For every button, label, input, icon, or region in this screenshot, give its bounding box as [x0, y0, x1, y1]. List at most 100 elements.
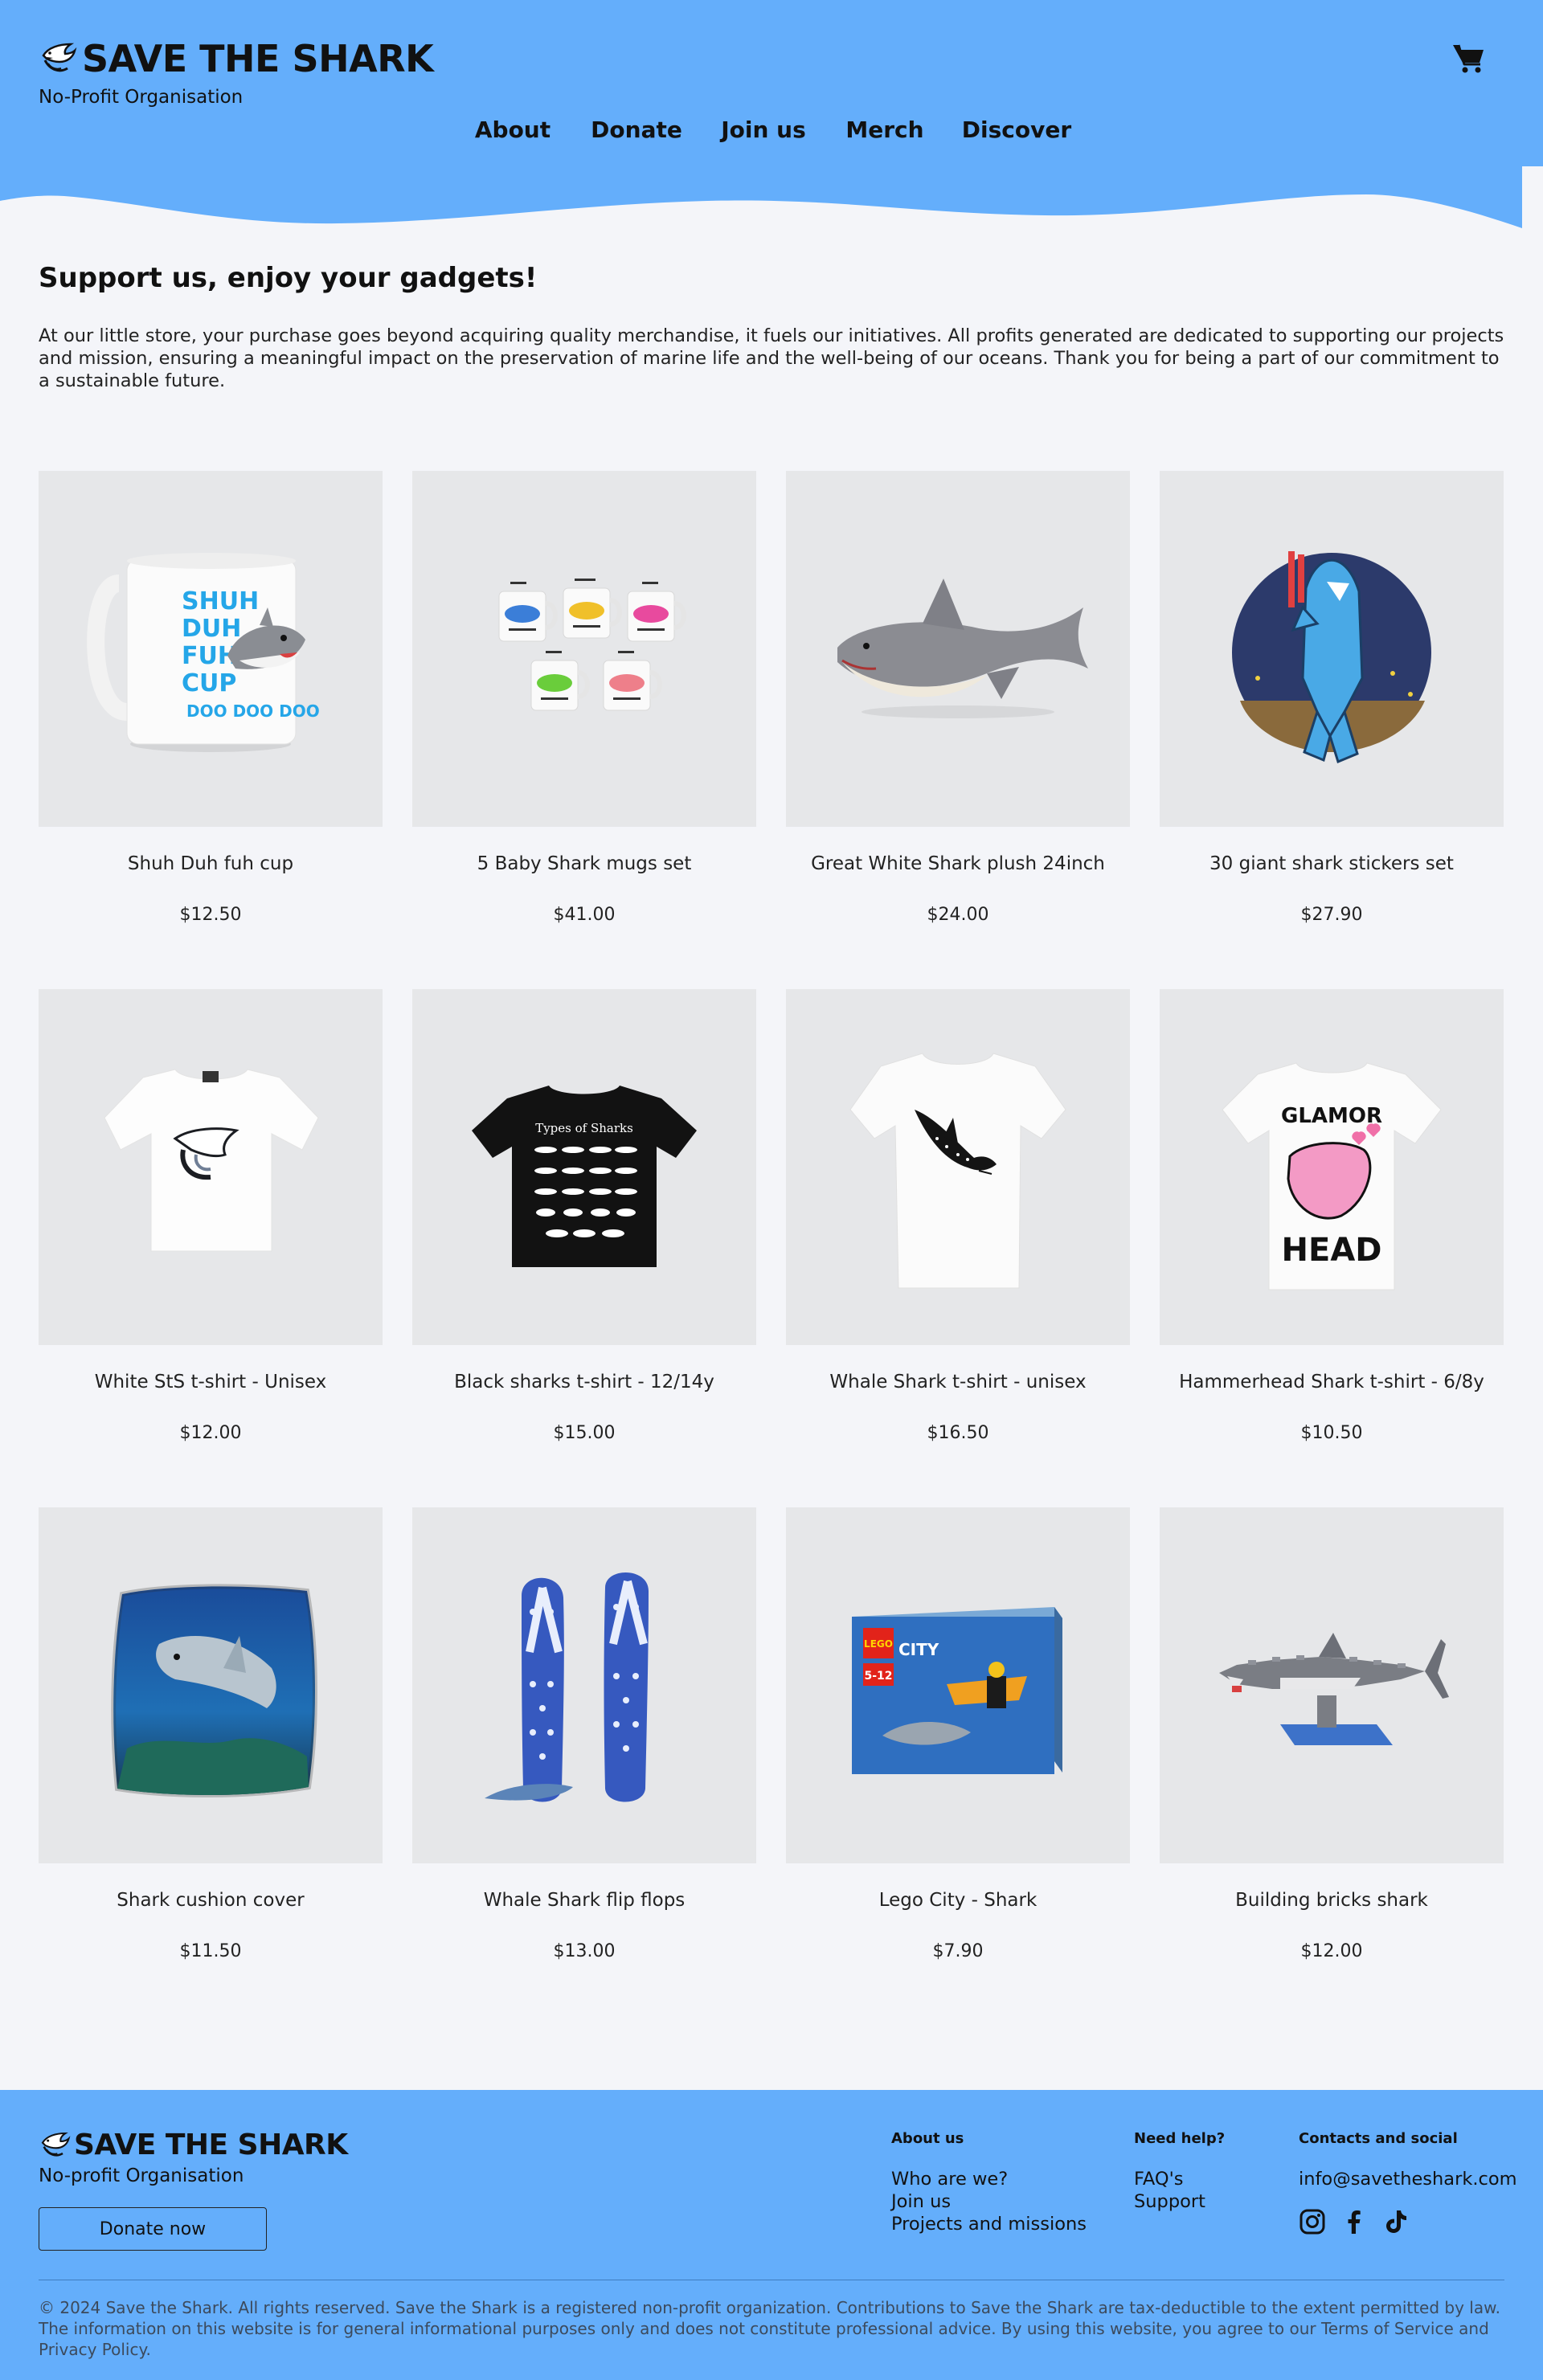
product-image[interactable]: [412, 471, 756, 827]
product-image[interactable]: [786, 471, 1130, 827]
product-card[interactable]: Shark cushion cover $11.50: [39, 1507, 383, 1973]
intro-paragraph: At our little store, your purchase goes …: [39, 325, 1504, 391]
product-image[interactable]: GLAMOR HEAD: [1160, 989, 1504, 1345]
site-title: SAVE THE SHARK: [82, 37, 434, 80]
product-image[interactable]: Types of Sharks: [412, 989, 756, 1345]
mug-text-4: CUP: [182, 669, 236, 697]
mugs-set-image: [498, 579, 686, 711]
product-name[interactable]: Hammerhead Shark t-shirt - 6/8y: [1160, 1372, 1504, 1392]
page-title: Support us, enjoy your gadgets!: [39, 262, 538, 294]
product-price: $11.50: [179, 1941, 242, 1961]
product-price: $41.00: [553, 905, 616, 925]
product-price: $13.00: [553, 1941, 616, 1961]
shark-logo-icon: [41, 2132, 71, 2156]
product-price: $27.90: [1300, 905, 1363, 925]
lego-box-image: LEGO CITY 5-12: [852, 1607, 1062, 1774]
site-footer: SAVE THE SHARK No-profit Organisation Do…: [0, 2090, 1543, 2380]
product-price: $12.00: [179, 1423, 242, 1443]
product-price: $12.00: [1300, 1941, 1363, 1961]
footer-about-column: About us Who are we? Join us Projects an…: [891, 2130, 1087, 2235]
facebook-icon[interactable]: [1340, 2208, 1368, 2235]
site-header: SAVE THE SHARK No-Profit Organisation Ab…: [0, 0, 1543, 233]
mug-image: SHUH DUH FUH CUP DOO DOO DOO: [87, 553, 320, 752]
footer-link-projects[interactable]: Projects and missions: [891, 2213, 1087, 2235]
product-name[interactable]: Great White Shark plush 24inch: [786, 853, 1130, 874]
nav-merch[interactable]: Merch: [845, 117, 923, 143]
footer-email-link[interactable]: info@savetheshark.com: [1299, 2168, 1517, 2190]
whale-shark-tshirt-image: [849, 1053, 1066, 1289]
plush-shark-image: [837, 579, 1088, 718]
donate-now-button[interactable]: Donate now: [39, 2207, 267, 2251]
main-nav: About Donate Join us Merch Discover: [0, 117, 1543, 149]
product-price: $24.00: [927, 905, 989, 925]
product-card[interactable]: SHUH DUH FUH CUP DOO DOO DOO Shuh Duh fu…: [39, 471, 383, 937]
footer-heading-contacts: Contacts and social: [1299, 2130, 1458, 2147]
product-card[interactable]: Great White Shark plush 24inch $24.00: [786, 471, 1130, 937]
black-tshirt-image: Types of Sharks: [472, 1086, 697, 1267]
social-links: [1299, 2208, 1517, 2235]
footer-logo[interactable]: SAVE THE SHARK: [39, 2129, 348, 2161]
product-card[interactable]: White StS t-shirt - Unisex $12.00: [39, 989, 383, 1455]
shopping-cart-icon[interactable]: [1451, 42, 1485, 74]
product-name[interactable]: 5 Baby Shark mugs set: [412, 853, 756, 874]
product-image[interactable]: [39, 1507, 383, 1863]
footer-title: SAVE THE SHARK: [74, 2129, 348, 2161]
product-image[interactable]: [412, 1507, 756, 1863]
mug-text-1: SHUH: [182, 587, 259, 615]
black-tshirt-caption: Types of Sharks: [535, 1121, 633, 1135]
product-card[interactable]: Building bricks shark $12.00: [1160, 1507, 1504, 1973]
product-name[interactable]: Black sharks t-shirt - 12/14y: [412, 1372, 756, 1392]
site-logo[interactable]: SAVE THE SHARK: [39, 37, 434, 80]
nav-about[interactable]: About: [475, 117, 550, 143]
footer-link-join-us[interactable]: Join us: [891, 2190, 1087, 2213]
product-name[interactable]: Whale Shark flip flops: [412, 1890, 756, 1911]
product-name[interactable]: Whale Shark t-shirt - unisex: [786, 1372, 1130, 1392]
product-price: $7.90: [932, 1941, 984, 1961]
product-image[interactable]: [39, 989, 383, 1345]
product-image[interactable]: LEGO CITY 5-12: [786, 1507, 1130, 1863]
product-image[interactable]: SHUH DUH FUH CUP DOO DOO DOO: [39, 471, 383, 827]
nav-donate[interactable]: Donate: [591, 117, 682, 143]
footer-link-faq[interactable]: FAQ's: [1134, 2168, 1225, 2190]
site-subtitle: No-Profit Organisation: [39, 87, 244, 108]
product-image[interactable]: [1160, 471, 1504, 827]
nav-join-us[interactable]: Join us: [721, 117, 806, 143]
product-price: $15.00: [553, 1423, 616, 1443]
tiktok-icon[interactable]: [1382, 2208, 1410, 2235]
cushion-image: [111, 1584, 317, 1797]
product-name[interactable]: Shark cushion cover: [39, 1890, 383, 1911]
instagram-icon[interactable]: [1299, 2208, 1326, 2235]
product-name[interactable]: 30 giant shark stickers set: [1160, 853, 1504, 874]
product-card[interactable]: Types of Sharks Black sharks t-shirt - 1…: [412, 989, 756, 1455]
bricks-shark-image: [1219, 1633, 1449, 1745]
product-price: $16.50: [927, 1423, 989, 1443]
product-image[interactable]: [1160, 1507, 1504, 1863]
footer-contacts-column: Contacts and social info@savetheshark.co…: [1299, 2130, 1517, 2235]
product-card[interactable]: 5 Baby Shark mugs set $41.00: [412, 471, 756, 937]
footer-heading-help: Need help?: [1134, 2130, 1226, 2147]
footer-help-column: Need help? FAQ's Support: [1134, 2130, 1225, 2213]
footer-subtitle: No-profit Organisation: [39, 2165, 244, 2186]
product-name[interactable]: Building bricks shark: [1160, 1890, 1504, 1911]
product-name[interactable]: Shuh Duh fuh cup: [39, 853, 383, 874]
mug-text-2: DUH: [182, 615, 241, 643]
product-card[interactable]: Whale Shark t-shirt - unisex $16.50: [786, 989, 1130, 1455]
nav-discover[interactable]: Discover: [962, 117, 1071, 143]
product-name[interactable]: Lego City - Shark: [786, 1890, 1130, 1911]
lego-brand-text: LEGO: [864, 1638, 893, 1650]
footer-heading-about: About us: [891, 2130, 964, 2147]
hammerhead-tshirt-image: GLAMOR HEAD: [1222, 1062, 1442, 1290]
legal-text: © 2024 Save the Shark. All rights reserv…: [39, 2298, 1500, 2359]
product-card[interactable]: 30 giant shark stickers set $27.90: [1160, 471, 1504, 937]
sticker-image: [1232, 551, 1431, 764]
product-name[interactable]: White StS t-shirt - Unisex: [39, 1372, 383, 1392]
product-card[interactable]: Whale Shark flip flops $13.00: [412, 1507, 756, 1973]
footer-link-who-are-we[interactable]: Who are we?: [891, 2168, 1087, 2190]
product-card[interactable]: LEGO CITY 5-12 Lego City - Shark $7.90: [786, 1507, 1130, 1973]
glamor-top-text: GLAMOR: [1281, 1104, 1382, 1128]
mug-tagline: DOO DOO DOO: [186, 701, 320, 721]
product-card[interactable]: GLAMOR HEAD Hammerhead Shark t-shirt - 6…: [1160, 989, 1504, 1455]
lego-line-text: CITY: [898, 1640, 939, 1659]
product-image[interactable]: [786, 989, 1130, 1345]
footer-link-support[interactable]: Support: [1134, 2190, 1225, 2213]
